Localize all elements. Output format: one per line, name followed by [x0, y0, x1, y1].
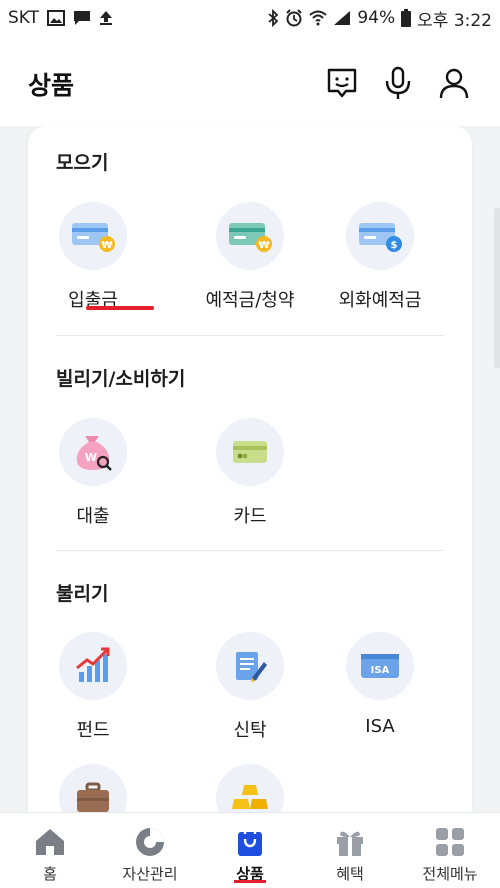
credit-card-icon — [216, 418, 284, 486]
section-title-save: 모으기 — [56, 152, 109, 174]
product-label-loan: 대출 — [76, 506, 110, 527]
svg-text:₩: ₩ — [101, 240, 112, 251]
message-icon — [73, 10, 91, 26]
product-item-trust[interactable]: 신탁 — [185, 632, 315, 742]
product-item-deposit[interactable]: ₩ 입출금 — [28, 202, 158, 312]
pie-chart-icon — [133, 825, 167, 859]
app-header: 상품 — [0, 36, 500, 126]
document-pen-icon — [216, 632, 284, 700]
growth-chart-icon — [59, 632, 127, 700]
product-label-trust: 신탁 — [233, 720, 267, 741]
card-won-icon: ₩ — [59, 202, 127, 270]
carrier-label: SKT — [8, 8, 40, 28]
product-label-fund: 펀드 — [76, 720, 110, 741]
svg-text:$: $ — [391, 240, 398, 251]
product-item-isa[interactable]: ISA ISA — [315, 632, 445, 737]
product-label-card: 카드 — [233, 506, 267, 527]
tab-asset-management[interactable]: 자산관리 — [100, 813, 200, 888]
battery-icon — [401, 9, 412, 27]
clock: 오후 3:22 — [417, 10, 492, 31]
selected-underline — [86, 306, 154, 310]
section-divider — [56, 550, 444, 551]
page-title: 상품 — [28, 71, 75, 100]
product-label-savings: 예적금/청약 — [205, 290, 295, 311]
svg-text:W: W — [85, 451, 97, 464]
tab-label-home: 홈 — [43, 865, 57, 883]
tab-label-benefits: 혜택 — [336, 865, 364, 883]
status-bar: SKT 94% 오후 3:22 — [0, 0, 500, 36]
wifi-icon — [309, 10, 328, 26]
product-item-fund[interactable]: 펀드 — [28, 632, 158, 742]
money-bag-icon: W — [59, 418, 127, 486]
tab-all-menu[interactable]: 전체메뉴 — [400, 813, 500, 888]
gift-icon — [333, 825, 367, 859]
product-item-savings[interactable]: ₩ 예적금/청약 — [185, 202, 315, 312]
chat-icon[interactable] — [326, 66, 358, 100]
microphone-icon[interactable] — [382, 66, 414, 100]
bottom-tab-bar: 홈 자산관리 상품 혜택 전체메뉴 — [0, 812, 500, 888]
product-label-isa: ISA — [365, 716, 395, 737]
upload-icon — [99, 10, 113, 26]
scroll-indicator[interactable] — [494, 208, 500, 368]
alarm-icon — [285, 9, 303, 27]
active-tab-underline — [234, 880, 266, 883]
section-title-grow: 불리기 — [56, 583, 109, 605]
card-green-won-icon: ₩ — [216, 202, 284, 270]
battery-percent: 94% — [357, 8, 396, 28]
isa-badge-text: ISA — [371, 665, 390, 676]
product-item-loan[interactable]: W 대출 — [28, 418, 158, 528]
card-dollar-icon: $ — [346, 202, 414, 270]
product-item-card[interactable]: 카드 — [185, 418, 315, 528]
shopping-bag-icon — [233, 825, 267, 859]
section-title-borrow: 빌리기/소비하기 — [56, 368, 186, 390]
svg-text:₩: ₩ — [258, 240, 269, 251]
isa-card-icon: ISA — [346, 632, 414, 700]
home-icon — [33, 825, 67, 859]
tab-label-all-menu: 전체메뉴 — [422, 865, 478, 883]
user-icon[interactable] — [438, 66, 470, 100]
tab-home[interactable]: 홈 — [0, 813, 100, 888]
tab-products[interactable]: 상품 — [200, 813, 300, 888]
bluetooth-icon — [267, 9, 279, 27]
signal-icon — [333, 10, 351, 26]
tab-label-asset-management: 자산관리 — [122, 865, 178, 883]
product-card: 모으기 ₩ 입출금 ₩ 예적금/청약 $ 외화예적금 빌리기/소비하기 W 대출… — [28, 126, 472, 846]
tab-benefits[interactable]: 혜택 — [300, 813, 400, 888]
product-label-foreign-deposit: 외화예적금 — [338, 290, 422, 311]
product-item-foreign-deposit[interactable]: $ 외화예적금 — [315, 202, 445, 312]
image-icon — [47, 10, 66, 26]
section-divider — [56, 335, 444, 336]
grid-menu-icon — [433, 825, 467, 859]
